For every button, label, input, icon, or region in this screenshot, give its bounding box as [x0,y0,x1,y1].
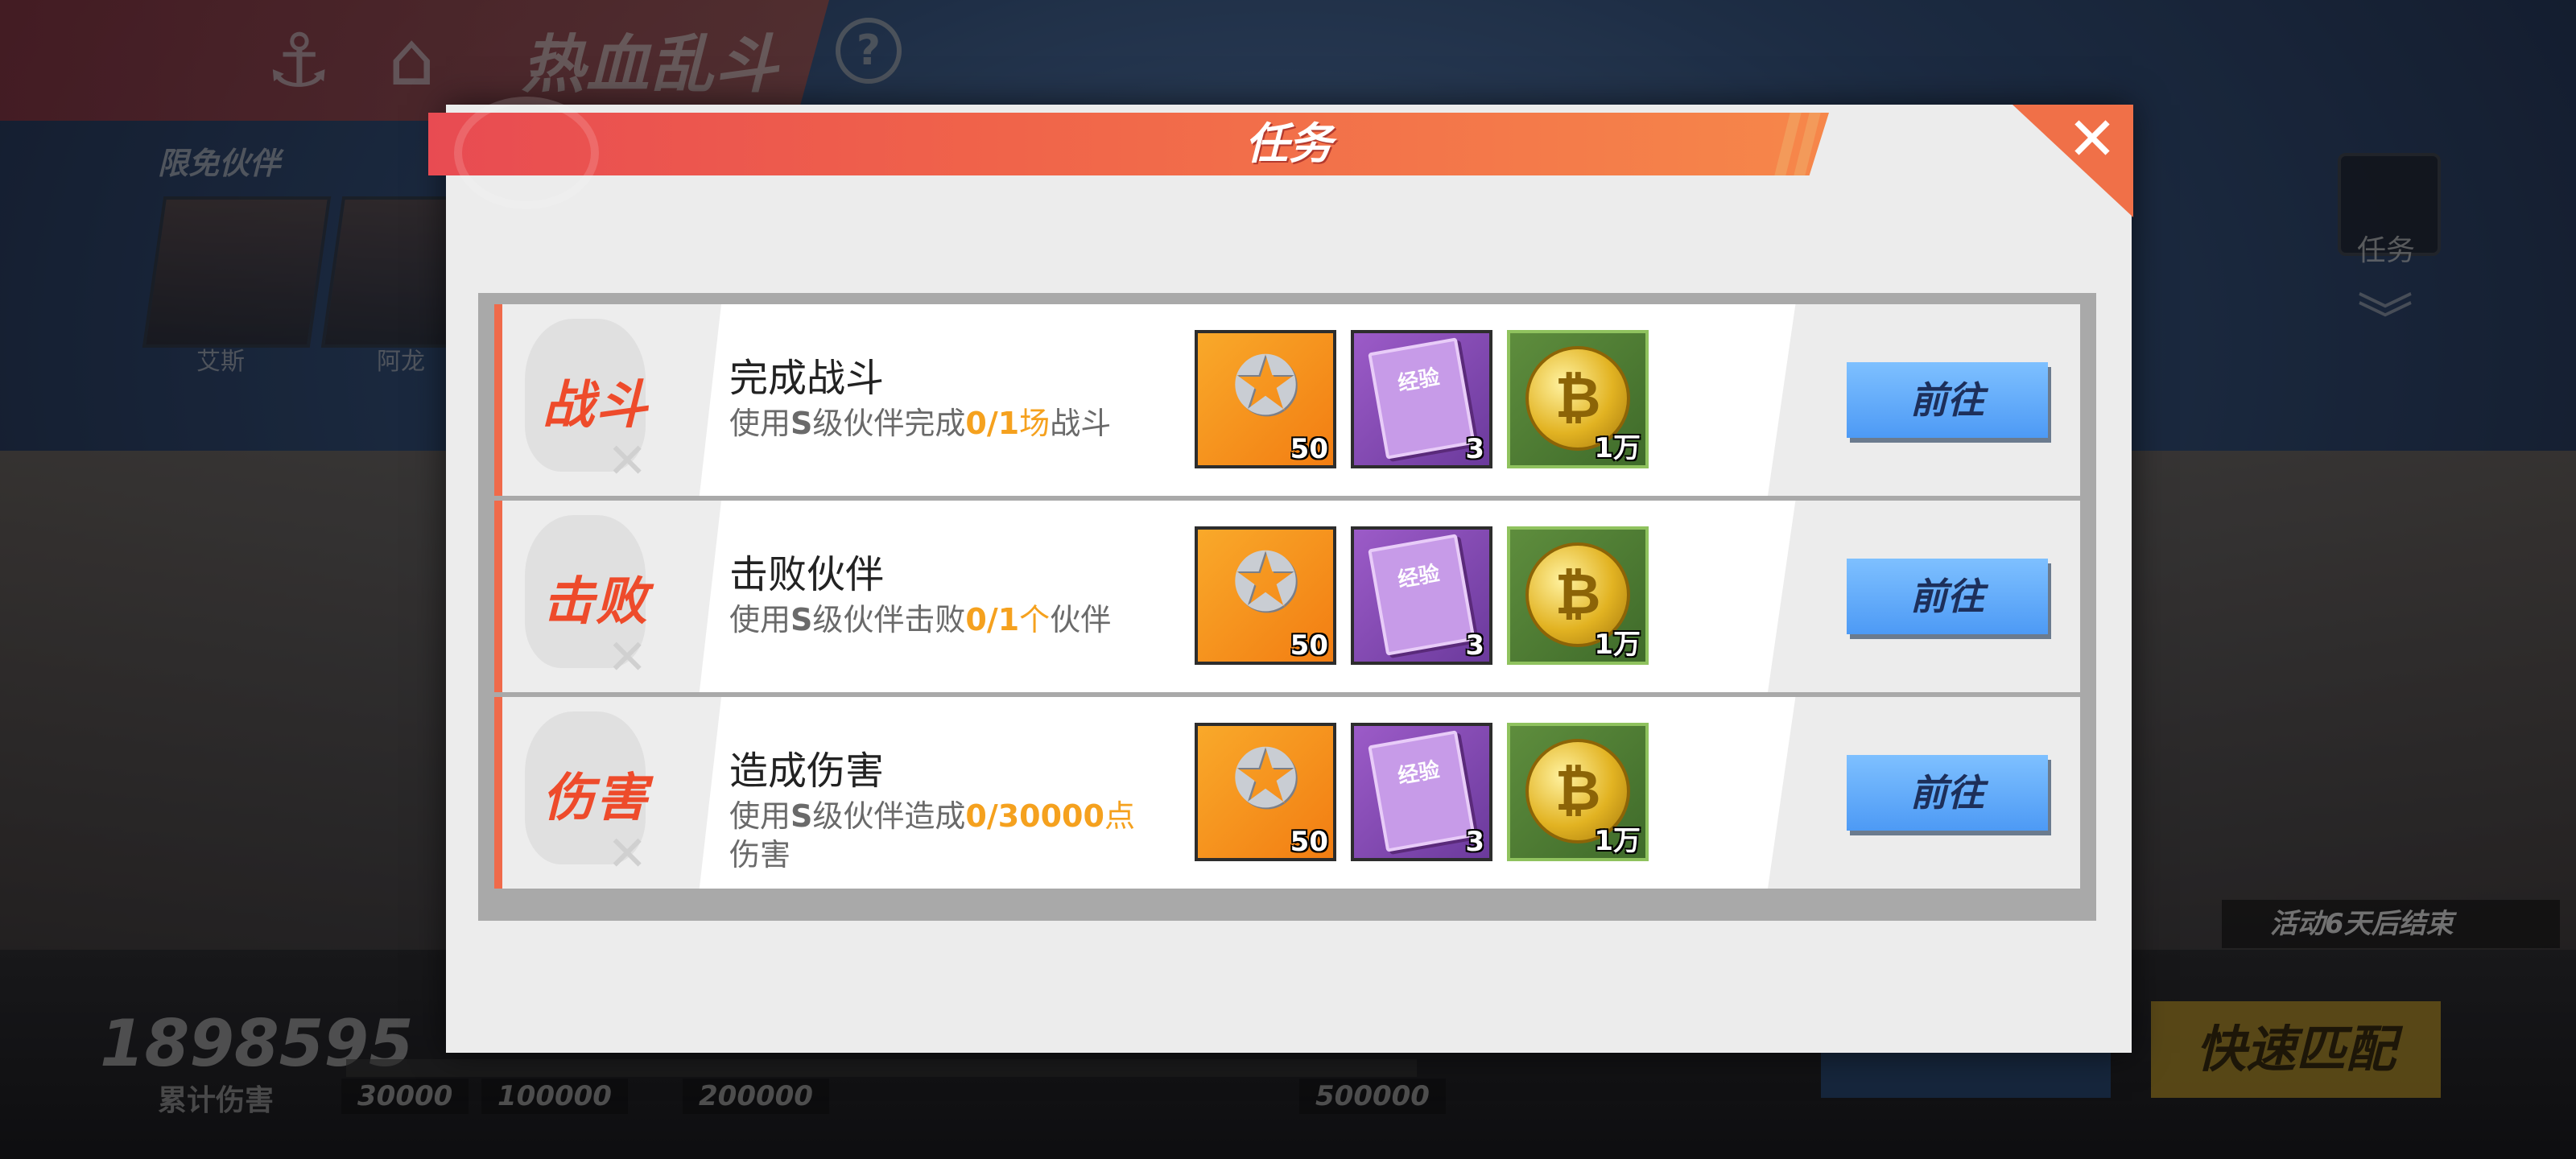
reward-count: 50 [1290,629,1328,662]
task-type-label: 战斗 [543,376,649,435]
desc-text: 级伙伴完成 [812,406,966,441]
desc-grade: S [791,602,813,637]
desc-grade: S [791,798,813,834]
task-title: 击败伙伴 [729,552,885,597]
task-description: 使用S级伙伴造成0/30000点伤害 [729,797,1164,874]
task-type-label: 击败 [543,572,649,632]
desc-text: 伙伴 [1050,602,1112,637]
desc-text: 级伙伴造成 [812,798,966,834]
emblem-icon: ✪ [1232,732,1299,826]
exp-book-icon [1368,730,1476,852]
desc-unit: 点 [1104,798,1135,834]
reward-gold-coin[interactable]: ₿ 1万 [1507,330,1649,468]
reward-count: 1万 [1594,825,1641,857]
go-button[interactable]: 前往 [1847,559,2048,634]
desc-text: 使用 [729,798,791,834]
task-list: ✕ 战斗 完成战斗 使用S级伙伴完成0/1场战斗 ✪ 50 经验 3 ₿ 1万 … [478,293,2096,921]
cross-bones-icon: ✕ [607,629,648,686]
task-row: ✕ 击败 击败伙伴 使用S级伙伴击败0/1个伙伴 ✪ 50 经验 3 ₿ 1万 … [494,501,2080,692]
reward-gold-coin[interactable]: ₿ 1万 [1507,723,1649,861]
reward-count: 1万 [1594,432,1641,464]
reward-emblem[interactable]: ✪ 50 [1195,330,1336,468]
modal-title: 任务 [1245,118,1332,169]
cross-bones-icon: ✕ [607,826,648,882]
task-modal: 任务 ✕ ✕ 战斗 完成战斗 使用S级伙伴完成0/1场战斗 ✪ 50 经验 3 [428,97,2133,1053]
task-progress: 0/1 [965,602,1020,637]
reward-exp-book[interactable]: 经验 3 [1351,330,1492,468]
reward-count: 1万 [1594,629,1641,661]
reward-count: 3 [1465,629,1484,662]
desc-text: 级伙伴击败 [812,602,966,637]
task-title: 造成伤害 [729,749,885,794]
desc-text: 伤害 [729,837,791,872]
task-progress: 0/30000 [965,798,1104,834]
task-row: ✕ 战斗 完成战斗 使用S级伙伴完成0/1场战斗 ✪ 50 经验 3 ₿ 1万 … [494,304,2080,496]
emblem-icon: ✪ [1232,535,1299,629]
desc-text: 使用 [729,406,791,441]
task-type-box: ✕ 击败 [502,501,721,692]
reward-count: 50 [1290,433,1328,465]
desc-text: 使用 [729,602,791,637]
task-type-box: ✕ 伤害 [502,697,721,889]
emblem-icon: ✪ [1232,339,1299,433]
go-button[interactable]: 前往 [1847,362,2048,438]
reward-count: 3 [1465,826,1484,858]
reward-emblem[interactable]: ✪ 50 [1195,526,1336,665]
task-title: 完成战斗 [729,356,885,401]
task-description: 使用S级伙伴击败0/1个伙伴 [729,600,1164,639]
desc-text: 战斗 [1050,406,1112,441]
desc-grade: S [791,406,813,441]
desc-unit: 场 [1019,406,1051,441]
exp-book-icon [1368,337,1476,460]
exp-book-icon [1368,534,1476,656]
cross-bones-icon: ✕ [607,433,648,489]
task-type-label: 伤害 [543,769,649,828]
task-type-box: ✕ 战斗 [502,304,721,496]
task-description: 使用S级伙伴完成0/1场战斗 [729,404,1164,443]
reward-count: 50 [1290,826,1328,858]
task-progress: 0/1 [965,406,1020,441]
desc-unit: 个 [1019,602,1051,637]
task-row: ✕ 伤害 造成伤害 使用S级伙伴造成0/30000点伤害 ✪ 50 经验 3 ₿… [494,697,2080,889]
reward-exp-book[interactable]: 经验 3 [1351,723,1492,861]
close-icon[interactable]: ✕ [2067,109,2117,169]
reward-emblem[interactable]: ✪ 50 [1195,723,1336,861]
go-button[interactable]: 前往 [1847,755,2048,831]
reward-exp-book[interactable]: 经验 3 [1351,526,1492,665]
reward-count: 3 [1465,433,1484,465]
reward-gold-coin[interactable]: ₿ 1万 [1507,526,1649,665]
